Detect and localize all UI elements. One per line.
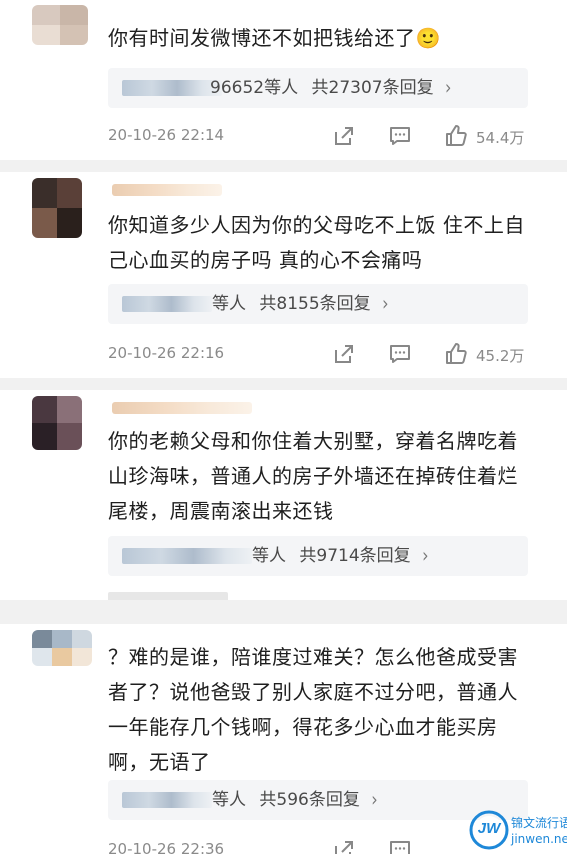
- avatar[interactable]: [32, 630, 92, 666]
- chevron-right-icon: ›: [382, 292, 389, 315]
- reply-summary[interactable]: 96652等人 共27307条回复 ›: [108, 68, 528, 108]
- reply-count: 共8155条回复: [259, 294, 371, 314]
- reply-users: 等人: [212, 294, 246, 314]
- comment-text: ？难的是谁，陪谁度过难关？怎么他爸成受害者了？说他爸毁了别人家庭不过分吧，普通人…: [108, 645, 518, 774]
- blurred-usernames: [122, 548, 252, 564]
- reply-users: 96652等人: [210, 78, 299, 98]
- cropped-timestamp: [108, 592, 228, 600]
- like-icon[interactable]: [444, 342, 468, 366]
- like-icon[interactable]: [444, 124, 468, 148]
- watermark: JW 锦文流行语 jinwen.net: [467, 804, 567, 854]
- reply-summary[interactable]: 等人 共8155条回复 ›: [108, 284, 528, 324]
- comment-icon[interactable]: [388, 838, 412, 854]
- username-blurred[interactable]: [112, 184, 222, 196]
- timestamp: 20-10-26 22:14: [108, 126, 225, 144]
- divider: [0, 160, 567, 172]
- reply-summary[interactable]: 等人 共9714条回复 ›: [108, 536, 528, 576]
- comment-card: 你知道多少人因为你的父母吃不上饭 住不上自己心血买的房子吗 真的心不会痛吗 等人…: [0, 172, 567, 382]
- timestamp: 20-10-26 22:36: [108, 840, 225, 854]
- share-icon[interactable]: [332, 838, 356, 854]
- watermark-name: 锦文流行语: [511, 816, 567, 830]
- reply-count: 共27307条回复: [311, 78, 434, 98]
- blurred-usernames: [122, 792, 212, 808]
- comment-meta: 20-10-26 22:16 45.2万: [108, 340, 538, 370]
- reply-users: 等人: [212, 790, 246, 810]
- comment-text: 你的老赖父母和你住着大别墅，穿着名牌吃着山珍海味，普通人的房子外墙还在掉砖住着烂…: [108, 429, 518, 523]
- timestamp: 20-10-26 22:16: [108, 344, 225, 362]
- comment-text: 你有时间发微博还不如把钱给还了🙂: [108, 26, 441, 50]
- reply-summary[interactable]: 等人 共596条回复 ›: [108, 780, 528, 820]
- reply-users: 等人: [252, 546, 286, 566]
- watermark-logo-text: JW: [477, 820, 501, 837]
- avatar[interactable]: [32, 396, 82, 450]
- share-icon[interactable]: [332, 342, 356, 366]
- avatar[interactable]: [32, 5, 88, 45]
- comment-card: 你的老赖父母和你住着大别墅，穿着名牌吃着山珍海味，普通人的房子外墙还在掉砖住着烂…: [0, 390, 567, 600]
- share-icon[interactable]: [332, 124, 356, 148]
- blurred-usernames: [122, 80, 222, 96]
- chevron-right-icon: ›: [422, 544, 429, 567]
- like-count: 45.2万: [476, 347, 525, 365]
- comment-icon[interactable]: [388, 124, 412, 148]
- reply-count: 共596条回复: [259, 790, 360, 810]
- comment-meta: 20-10-26 22:14 54.4万: [108, 122, 538, 152]
- comment-icon[interactable]: [388, 342, 412, 366]
- divider: [0, 378, 567, 390]
- avatar[interactable]: [32, 178, 82, 238]
- watermark-url: jinwen.net: [511, 832, 567, 846]
- comment-card: 你有时间发微博还不如把钱给还了🙂 96652等人 共27307条回复 › 20-…: [0, 0, 567, 165]
- like-count: 54.4万: [476, 129, 525, 147]
- comment-text: 你知道多少人因为你的父母吃不上饭 住不上自己心血买的房子吗 真的心不会痛吗: [108, 213, 525, 272]
- username-blurred[interactable]: [112, 402, 252, 414]
- reply-count: 共9714条回复: [299, 546, 411, 566]
- blurred-usernames: [122, 296, 212, 312]
- divider: [0, 600, 567, 624]
- comment-meta-cropped: [108, 592, 538, 600]
- chevron-right-icon: ›: [445, 76, 452, 99]
- chevron-right-icon: ›: [371, 788, 378, 811]
